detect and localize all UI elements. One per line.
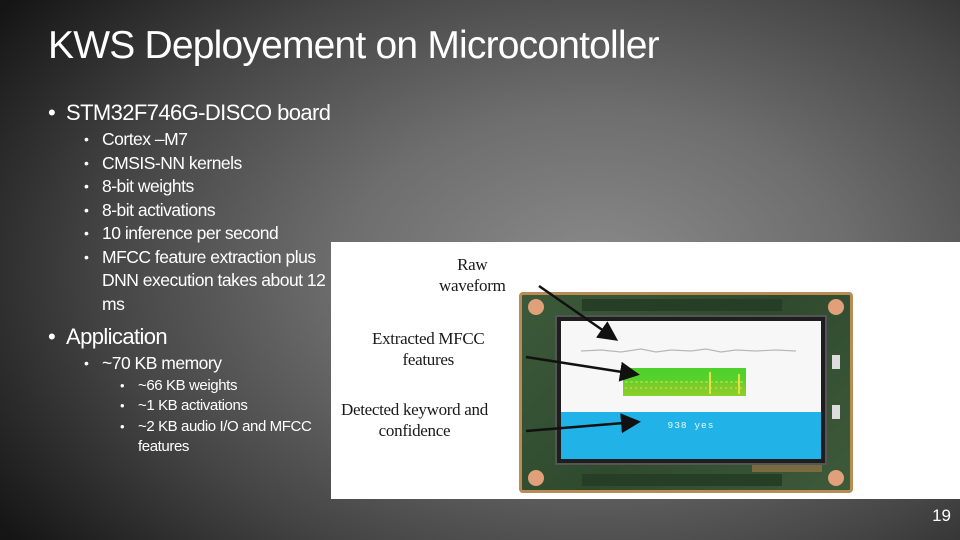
sub-sub-bullet: ~2 KB audio I/O and MFCC features (120, 417, 348, 458)
bullet-list: STM32F746G-DISCO board Cortex –M7 CMSIS-… (48, 98, 348, 458)
bullet-content: STM32F746G-DISCO board Cortex –M7 CMSIS-… (48, 98, 348, 458)
sub-bullet: 10 inference per second (84, 222, 348, 246)
sub-sub-bullet-list: ~66 KB weights ~1 KB activations ~2 KB a… (120, 376, 348, 458)
slide-title: KWS Deployement on Microcontoller (48, 24, 660, 67)
arrow-keyword (525, 413, 641, 434)
sub-sub-bullet: ~1 KB activations (120, 396, 348, 417)
sub-bullet: ~70 KB memory ~66 KB weights ~1 KB activ… (84, 352, 348, 458)
bullet-application: Application ~70 KB memory ~66 KB weights… (48, 322, 348, 458)
bullet-text: STM32F746G-DISCO board (66, 100, 331, 125)
sub-bullet: CMSIS-NN kernels (84, 152, 348, 176)
annotation-arrows (525, 284, 641, 434)
sub-bullet-list: Cortex –M7 CMSIS-NN kernels 8-bit weight… (84, 128, 348, 316)
sub-bullet-text: ~70 KB memory (102, 353, 222, 373)
sub-bullet-list: ~70 KB memory ~66 KB weights ~1 KB activ… (84, 352, 348, 458)
sub-sub-bullet: ~66 KB weights (120, 376, 348, 397)
sub-bullet: MFCC feature extraction plus DNN executi… (84, 246, 348, 317)
sub-bullet: Cortex –M7 (84, 128, 348, 152)
arrow-raw-waveform (538, 284, 619, 341)
sub-bullet: 8-bit weights (84, 175, 348, 199)
bullet-text: Application (66, 324, 168, 349)
bullet-board: STM32F746G-DISCO board Cortex –M7 CMSIS-… (48, 98, 348, 316)
board-figure: Raw waveform Extracted MFCC features Det… (331, 242, 960, 499)
sub-bullet: 8-bit activations (84, 199, 348, 223)
page-number: 19 (932, 506, 951, 525)
arrow-mfcc (525, 355, 640, 382)
